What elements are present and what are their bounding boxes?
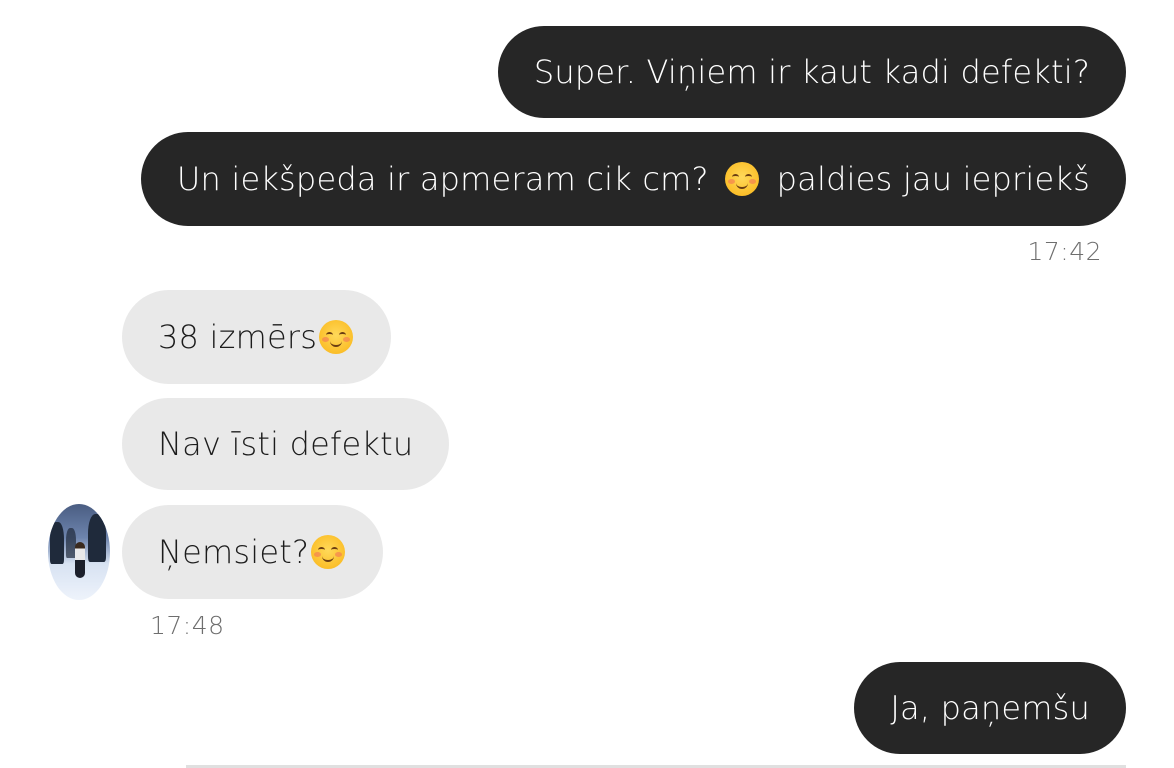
message-bubble-incoming[interactable]: 38 izmērs bbox=[122, 290, 392, 384]
message-text: Ja, paņemšu bbox=[890, 689, 1090, 727]
message-bubble-outgoing[interactable]: Ja, paņemšu bbox=[854, 662, 1126, 754]
message-text: paldies jau iepriekš bbox=[776, 160, 1090, 198]
message-bubble-incoming[interactable]: Nav īsti defektu bbox=[122, 398, 450, 490]
smiling-face-emoji-icon bbox=[724, 162, 759, 196]
message-text: Un iekšpeda ir apmeram cik cm? bbox=[176, 160, 709, 198]
message-bubble-outgoing[interactable]: Super. Viņiem ir kaut kadi defekti? bbox=[497, 26, 1126, 118]
contact-avatar-icon[interactable] bbox=[48, 504, 110, 600]
message-text: 38 izmērs bbox=[158, 318, 318, 356]
message-text: Nav īsti defektu bbox=[158, 425, 414, 463]
smiling-face-emoji-icon bbox=[311, 535, 346, 569]
chat-thread: Super. Viņiem ir kaut kadi defekti? Un i… bbox=[0, 0, 1174, 768]
message-timestamp: 17:42 bbox=[1027, 237, 1102, 266]
message-text: Super. Viņiem ir kaut kadi defekti? bbox=[533, 53, 1090, 91]
message-bubble-incoming[interactable]: Ņemsiet? bbox=[122, 505, 384, 599]
message-bubble-outgoing[interactable]: Un iekšpeda ir apmeram cik cm? paldies j… bbox=[140, 132, 1126, 226]
smiling-face-emoji-icon bbox=[319, 320, 354, 354]
message-timestamp: 17:48 bbox=[150, 611, 225, 640]
message-text: Ņemsiet? bbox=[158, 533, 310, 571]
